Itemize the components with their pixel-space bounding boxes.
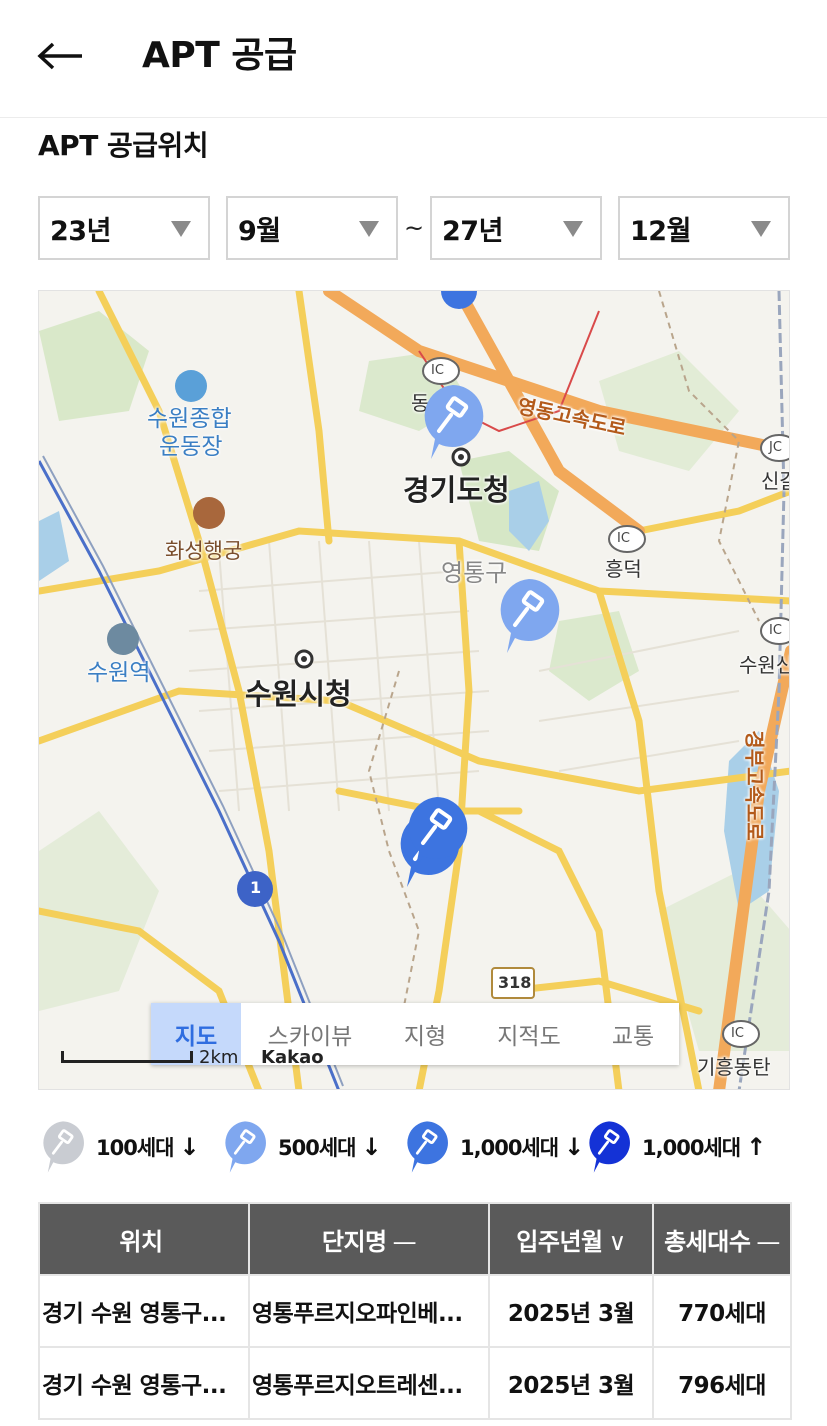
legend-item-1000-above: 1,000세대 ↑ [584,1120,766,1174]
legend-marker-icon [589,1121,630,1173]
label-gyeonggi-dochung: 경기도청 [403,473,510,507]
end-year-value: 27년 [442,215,503,247]
cell-location: 경기 수원 영통구... [38,1274,250,1348]
page-title: APT 공급 [142,35,297,76]
map-scale-bar [61,1051,193,1063]
legend-item-1000-below: 1,000세대 ↓ [402,1120,584,1174]
back-button[interactable] [30,30,90,82]
marker-apt-500[interactable] [419,383,487,461]
cell-complex: 영통푸르지오트레센... [248,1346,490,1420]
column-header-location[interactable]: 위치 [38,1202,250,1276]
start-year-value: 23년 [50,215,111,247]
route-shield-1: 1 [250,878,262,897]
start-month-select[interactable]: 9월 [226,196,398,260]
legend-item-500: 500세대 ↓ [220,1120,382,1174]
legend-arrow: ↓ [361,1133,382,1161]
table-row[interactable]: 경기 수원 영통구... 영통푸르지오파인베... 2025년 3월 770세대 [38,1274,792,1348]
cell-location: 경기 수원 영통구... [38,1346,250,1420]
range-separator: ~ [404,214,425,242]
legend-arrow: ↓ [564,1133,585,1161]
cell-units: 770세대 [652,1274,792,1348]
legend-marker-icon [225,1121,266,1173]
marker-apt-1000[interactable] [403,795,471,873]
column-header-units[interactable]: 총세대수 — [652,1202,792,1276]
label-suwon-sicheong: 수원시청 [245,677,352,711]
label-singal: 신갈 [761,469,789,493]
cell-complex: 영통푸르지오파인베... [248,1274,490,1348]
legend-label: 500세대 [278,1136,356,1160]
label-ic: IC [731,1026,744,1041]
column-header-label: 위치 [119,1227,163,1256]
chevron-down-icon [751,221,771,237]
map-view[interactable]: 경기도청 수원시청 영통구 수원종합 운동장 화성행궁 수원역 영동고속도로 경… [38,290,790,1090]
label-ic: IC [769,623,782,638]
legend-arrow: ↓ [179,1133,200,1161]
map-type-terrain[interactable]: 지형 [379,1003,471,1065]
column-header-label: 입주년월 [516,1227,603,1256]
table-row[interactable]: 경기 수원 영통구... 영통푸르지오트레센... 2025년 3월 796세대 [38,1346,792,1420]
legend-marker-icon [43,1121,84,1173]
cell-move-in: 2025년 3월 [488,1274,654,1348]
label-suwon-sports-2: 운동장 [159,434,223,460]
sort-indicator: — [392,1227,417,1256]
map-type-cadastral[interactable]: 지적도 [471,1003,587,1065]
label-suwon-sports-1: 수원종합 [147,406,232,432]
map-type-traffic[interactable]: 교통 [587,1003,679,1065]
legend-label: 1,000세대 [642,1136,741,1160]
cell-units: 796세대 [652,1346,792,1420]
supply-table: 위치 단지명 — 입주년월 ∨ 총세대수 — 경기 수원 영통구... 영통푸르지오파… [38,1202,792,1420]
legend-marker-icon [407,1121,448,1173]
label-ic: IC [617,531,630,546]
end-month-value: 12월 [630,215,691,247]
label-heungdeok: 흥덕 [605,557,642,581]
label-suwon-station: 수원역 [87,660,151,686]
map-scale-text: 2km [199,1047,239,1068]
label-hwaseong: 화성행궁 [165,539,243,563]
label-jc: JC [769,440,782,455]
label-giheung: 기흥동탄 [697,1055,771,1079]
label-gyeongbu-expressway: 경부고속도로 [742,730,767,841]
section-title: APT 공급위치 [38,129,209,162]
cell-move-in: 2025년 3월 [488,1346,654,1420]
legend-label: 100세대 [96,1136,174,1160]
label-ic: IC [431,363,444,378]
column-header-complex[interactable]: 단지명 — [248,1202,490,1276]
legend-item-100: 100세대 ↓ [38,1120,200,1174]
route-shield-318: 318 [498,973,532,992]
marker-apt-500[interactable] [495,577,563,655]
table-header-row: 위치 단지명 — 입주년월 ∨ 총세대수 — [38,1202,792,1276]
legend-arrow: ↑ [746,1133,767,1161]
column-header-label: 총세대수 [664,1227,751,1256]
sort-indicator: — [756,1227,780,1256]
map-provider-logo: Kakao [261,1047,324,1068]
end-year-select[interactable]: 27년 [430,196,602,260]
column-header-move-in[interactable]: 입주년월 ∨ [488,1202,654,1276]
sort-chevron-down-icon: ∨ [608,1227,627,1256]
label-suwon-ic: 수원신 [739,653,790,677]
column-header-label: 단지명 [321,1227,387,1256]
start-month-value: 9월 [238,215,281,247]
arrow-left-icon [37,42,82,70]
legend-label: 1,000세대 [460,1136,559,1160]
app-header: APT 공급 [0,0,827,118]
start-year-select[interactable]: 23년 [38,196,210,260]
chevron-down-icon [563,221,583,237]
end-month-select[interactable]: 12월 [618,196,790,260]
chevron-down-icon [359,221,379,237]
chevron-down-icon [171,221,191,237]
